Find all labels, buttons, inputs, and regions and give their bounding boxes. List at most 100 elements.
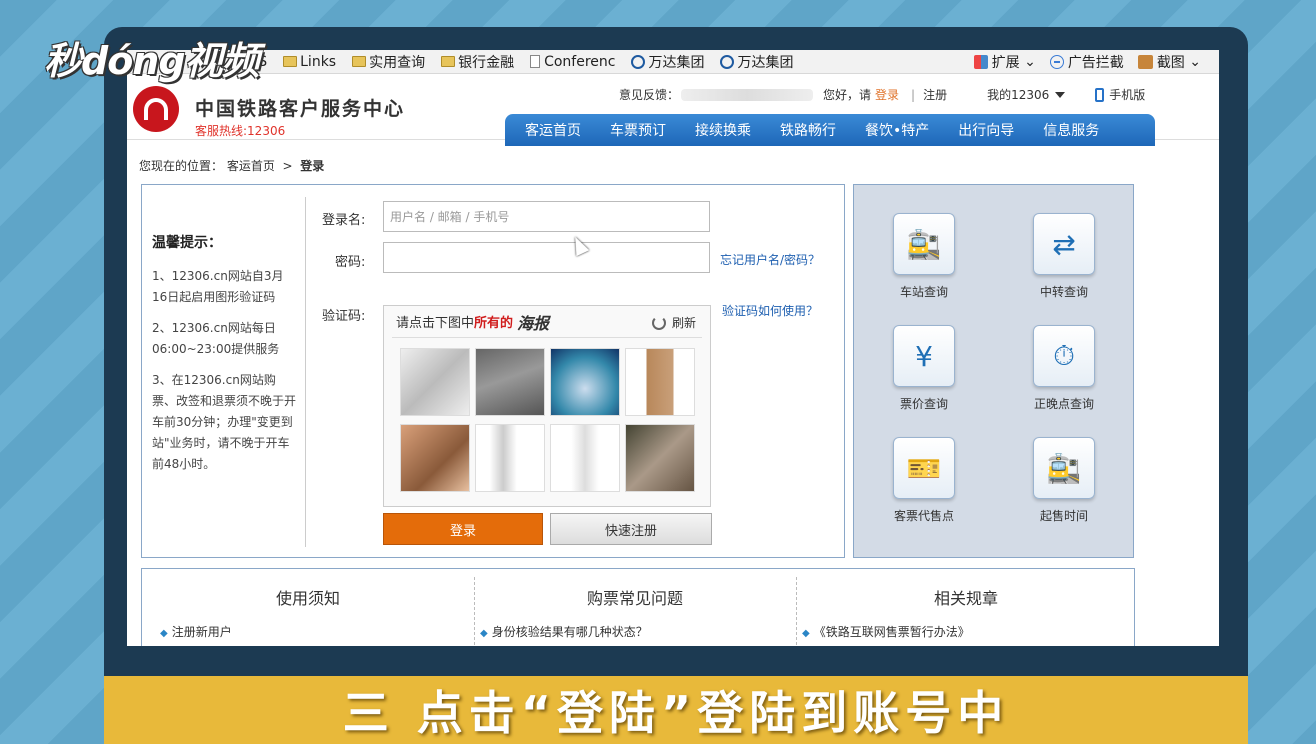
breadcrumb: 您现在的位置： 客运首页 > 登录 (139, 157, 324, 174)
captcha-tile[interactable] (400, 424, 470, 492)
station-icon: 🚉 (893, 213, 955, 275)
toolbar-right: 扩展 ⌄ 广告拦截 截图 ⌄ (973, 50, 1215, 74)
login-button[interactable]: 登录 (383, 513, 543, 545)
service-label: 车站查询 (899, 285, 948, 299)
captcha-tile[interactable] (625, 348, 695, 416)
info-link[interactable]: 身份核验结果有哪几种状态？ (480, 623, 648, 640)
phone-icon (1095, 87, 1105, 102)
service-label: 起售时间 (1039, 509, 1088, 523)
bookmark-query[interactable]: 实用查询 (352, 52, 425, 72)
login-link[interactable]: 登录 (875, 86, 899, 103)
captcha-tile[interactable] (625, 424, 695, 492)
tip-item: 2、12306.cn网站每日06:00~23:00提供服务 (152, 321, 280, 356)
bookmark-label: 万达集团 (648, 54, 705, 71)
extensions-icon (973, 55, 988, 69)
service-price[interactable]: ¥ 票价查询 (874, 325, 974, 412)
nav-guide[interactable]: 出行向导 (958, 120, 1014, 140)
tip-item: 3、在12306.cn网站购票、改签和退票须不晚于开车前30分钟；办理"变更到站… (152, 373, 297, 471)
breadcrumb-prefix: 您现在的位置： (139, 159, 224, 173)
folder-icon (283, 56, 298, 67)
captcha-word: 海报 (517, 313, 550, 333)
captcha-tile[interactable] (400, 348, 470, 416)
my12306-menu[interactable]: 我的12306 (987, 86, 1049, 103)
caption-bar: 三 点击“登陆”登陆到账号中 (104, 676, 1248, 744)
breadcrumb-current: 登录 (300, 159, 325, 173)
service-agency[interactable]: 🎫 客票代售点 (874, 437, 974, 524)
screenshot-label: 截图 (1156, 55, 1185, 71)
screenshot-button[interactable]: 截图 ⌄ (1137, 52, 1201, 72)
info-col: 使用须知 注册新用户 (142, 569, 474, 646)
captcha-refresh-button[interactable]: 刷新 (651, 314, 696, 331)
captcha-emphasis: 所有的 (474, 316, 514, 331)
captcha-tile[interactable] (550, 348, 620, 416)
nav-transfer[interactable]: 接续换乘 (695, 120, 751, 140)
nav-booking[interactable]: 车票预订 (610, 120, 666, 140)
info-col: 购票常见问题 身份核验结果有哪几种状态？ (474, 569, 796, 646)
service-label: 正晚点查询 (1033, 397, 1094, 411)
password-label: 密码: (335, 255, 366, 270)
station-icon: 🚉 (1033, 437, 1095, 499)
folder-icon (352, 56, 367, 67)
tips-panel: 温馨提示： 1、12306.cn网站自3月16日起启用图形验证码 2、12306… (152, 233, 297, 485)
captcha-label: 验证码: (322, 309, 366, 324)
service-transfer[interactable]: ⇄ 中转查询 (1014, 213, 1114, 300)
username-input[interactable]: 用户名 / 邮箱 / 手机号 (383, 201, 710, 232)
bookmark-label: 实用查询 (369, 54, 426, 71)
nav-railway[interactable]: 铁路畅行 (780, 120, 836, 140)
site-header: 中国铁路客户服务中心 客服热线:12306 意见反馈： 您好，请 登录 | 注册… (127, 74, 1219, 146)
extensions-label: 扩展 (991, 55, 1020, 71)
service-sale-time[interactable]: 🚉 起售时间 (1014, 437, 1114, 524)
wanda-icon (720, 54, 735, 69)
folder-icon (441, 56, 456, 67)
info-col-title: 相关规章 (933, 589, 998, 608)
railway-logo (133, 86, 179, 132)
price-search-icon: ¥ (893, 325, 955, 387)
refresh-icon (651, 315, 666, 330)
site-title: 中国铁路客户服务中心 (195, 98, 406, 120)
extensions-button[interactable]: 扩展 ⌄ (973, 52, 1036, 72)
chevron-down-icon[interactable] (1055, 91, 1066, 98)
captcha-tile[interactable] (475, 424, 545, 492)
info-link[interactable]: 注册新用户 (160, 623, 232, 640)
info-link[interactable]: 《铁路互联网售票暂行办法》 (802, 623, 970, 640)
bookmark-label: Links (300, 53, 337, 70)
greeting: 您好，请 (823, 88, 872, 102)
captcha-header: 请点击下图中 所有的 海报 刷新 (392, 306, 702, 338)
register-link[interactable]: 注册 (923, 86, 947, 103)
bookmark-wanda-2[interactable]: 万达集团 (720, 52, 793, 72)
captcha-tile[interactable] (550, 424, 620, 492)
password-input[interactable] (383, 242, 710, 273)
breadcrumb-arrow: > (282, 159, 293, 173)
adblock-label: 广告拦截 (1067, 55, 1124, 71)
divider (305, 197, 306, 547)
service-punctuality[interactable]: ⏱ 正晚点查询 (1014, 325, 1114, 412)
bookmark-conference[interactable]: Conferenc (530, 54, 615, 70)
service-label: 中转查询 (1039, 285, 1088, 299)
video-watermark-logo: 秒dóng视频 (44, 39, 260, 83)
captcha-tile[interactable] (475, 348, 545, 416)
bookmarks-bar: S E-S Links 实用查询 银行金融 Conferenc 万达集团 万达集… (127, 50, 1219, 74)
quick-register-button[interactable]: 快速注册 (550, 513, 712, 545)
breadcrumb-home[interactable]: 客运首页 (227, 159, 275, 173)
bookmark-label: 银行金融 (458, 54, 515, 71)
nav-home[interactable]: 客运首页 (525, 120, 581, 140)
nav-info[interactable]: 信息服务 (1043, 120, 1099, 140)
nav-food[interactable]: 餐饮•特产 (865, 120, 929, 140)
adblock-button[interactable]: 广告拦截 (1049, 52, 1124, 72)
captcha-help-link[interactable]: 验证码如何使用？ (722, 302, 818, 319)
service-station[interactable]: 🚉 车站查询 (874, 213, 974, 300)
clock-icon: ⏱ (1033, 325, 1095, 387)
separator: | (911, 87, 916, 102)
bookmark-links[interactable]: Links (283, 54, 336, 70)
username-label: 登录名: (322, 213, 366, 228)
bookmark-bank[interactable]: 银行金融 (441, 52, 514, 72)
refresh-label: 刷新 (671, 316, 696, 330)
service-label: 票价查询 (899, 397, 948, 411)
ticket-icon: 🎫 (893, 437, 955, 499)
transfer-icon: ⇄ (1033, 213, 1095, 275)
mobile-link[interactable]: 手机版 (1109, 86, 1145, 103)
forgot-password-link[interactable]: 忘记用户名/密码？ (720, 251, 820, 268)
feedback-label[interactable]: 意见反馈： (619, 86, 679, 103)
bookmark-wanda-1[interactable]: 万达集团 (631, 52, 704, 72)
bookmark-label: Conferenc (544, 53, 616, 70)
